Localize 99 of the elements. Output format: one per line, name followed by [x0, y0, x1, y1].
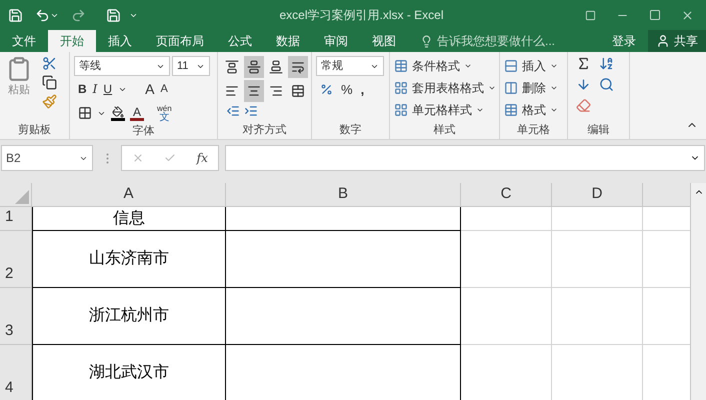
table-cell[interactable] — [226, 207, 461, 231]
insert-function-button[interactable]: fx — [196, 149, 208, 167]
group-label: 样式 — [432, 123, 456, 138]
wrap-text-button[interactable] — [288, 56, 308, 78]
table-icon — [394, 103, 408, 117]
table-cell[interactable]: 信息 — [32, 207, 226, 231]
cells-menu-button[interactable]: 删除 — [504, 78, 558, 98]
table-icon — [504, 103, 518, 117]
grip-icon[interactable] — [106, 152, 108, 164]
group-label: 单元格 — [516, 123, 551, 138]
sort-icon[interactable] — [599, 56, 614, 71]
table-icon — [504, 81, 518, 95]
italic-button[interactable]: I — [92, 80, 98, 98]
group-label: 字体 — [132, 124, 156, 139]
cells-menu-button[interactable]: 插入 — [504, 56, 558, 76]
save-icon[interactable] — [8, 8, 23, 22]
row-header[interactable]: 2 — [0, 231, 32, 288]
caret-icon — [550, 62, 558, 70]
font-size-field[interactable]: 11 — [172, 56, 210, 76]
align-top-icon — [225, 60, 239, 74]
copy-icon[interactable] — [42, 75, 57, 90]
name-box[interactable]: B2 — [1, 145, 93, 171]
eraser-icon[interactable] — [576, 98, 591, 113]
column-header[interactable]: D — [552, 183, 643, 207]
window-title: excel学习案例引用.xlsx - Excel — [279, 7, 444, 24]
align-left-icon — [225, 84, 239, 98]
group-label: 数字 — [338, 123, 362, 138]
table-cell[interactable]: 湖北武汉市 — [32, 345, 226, 400]
column-header[interactable]: C — [461, 183, 552, 207]
style-menu-button[interactable]: 单元格样式 — [394, 100, 496, 120]
align-center-button[interactable] — [244, 80, 264, 102]
align-middle-icon — [247, 60, 261, 74]
row-header[interactable]: 4 — [0, 345, 32, 400]
phonetic-button[interactable]: wén 文 — [157, 104, 172, 122]
scrollbar[interactable] — [690, 183, 706, 400]
table-icon — [394, 81, 408, 95]
tell-me-field[interactable]: 告诉我您想要做什么... — [420, 30, 577, 52]
grow-font-button[interactable]: A — [145, 82, 154, 96]
undo-icon[interactable] — [35, 8, 50, 22]
align-right-icon — [269, 84, 283, 98]
caret-icon — [550, 106, 558, 114]
ribbon-tab[interactable]: 审阅 — [312, 30, 360, 52]
search-icon[interactable] — [599, 77, 614, 92]
ribbon-tab[interactable]: 视图 — [360, 30, 408, 52]
share-button[interactable]: 共享 — [648, 30, 706, 52]
lightbulb-icon — [420, 34, 433, 48]
ribbon-tab[interactable]: 公式 — [216, 30, 264, 52]
caret-icon — [488, 84, 496, 92]
fill-icon[interactable] — [576, 77, 591, 92]
indent-decrease-icon[interactable] — [226, 104, 240, 118]
group-label: 对齐方式 — [242, 123, 288, 138]
cut-icon[interactable] — [42, 56, 57, 71]
caret-icon — [550, 84, 558, 92]
close-icon[interactable] — [681, 8, 694, 22]
table-cell[interactable]: 浙江杭州市 — [32, 288, 226, 345]
ribbon-tab[interactable]: 插入 — [96, 30, 144, 52]
indent-increase-icon[interactable] — [244, 104, 258, 118]
number-format-field[interactable]: 常规 — [316, 56, 384, 76]
sign-in-link[interactable]: 登录 — [600, 30, 648, 52]
ribbon-tab[interactable]: 开始 — [48, 30, 96, 52]
formula-field[interactable] — [225, 145, 705, 171]
ribbon-display-icon[interactable] — [585, 10, 596, 20]
align-center-icon — [247, 84, 261, 98]
font-color-button[interactable]: A — [130, 106, 144, 120]
group-label: 剪贴板 — [17, 123, 52, 138]
fill-color-icon[interactable] — [111, 106, 125, 120]
wrap-text-icon — [291, 60, 305, 74]
user-icon — [656, 34, 670, 48]
group-label: 编辑 — [586, 123, 610, 138]
ribbon-tab[interactable]: 文件 — [0, 30, 48, 52]
bold-button[interactable]: B — [78, 80, 87, 98]
style-menu-button[interactable]: 套用表格格式 — [394, 78, 496, 98]
table-cell[interactable] — [226, 288, 461, 345]
ribbon-tab[interactable]: 页面布局 — [144, 30, 216, 52]
cells-menu-button[interactable]: 格式 — [504, 100, 558, 120]
align-bottom-icon — [269, 60, 283, 74]
percent-button[interactable]: % — [341, 80, 353, 100]
caret-icon — [476, 106, 484, 114]
align-middle-button[interactable] — [244, 56, 264, 78]
font-name-field[interactable]: 等线 — [74, 56, 170, 76]
table-icon — [394, 59, 408, 73]
borders-icon[interactable] — [78, 106, 92, 120]
merge-icon — [291, 84, 305, 98]
shrink-font-button[interactable]: A — [160, 84, 168, 94]
column-header[interactable]: B — [226, 183, 461, 207]
maximize-icon[interactable] — [649, 9, 661, 21]
caret-icon — [464, 62, 472, 70]
save-as-icon[interactable] — [106, 8, 121, 22]
row-header[interactable]: 3 — [0, 288, 32, 345]
style-menu-button[interactable]: 条件格式 — [394, 56, 496, 76]
comma-button[interactable]: , — [360, 80, 364, 100]
table-cell[interactable] — [226, 231, 461, 288]
table-icon — [504, 59, 518, 73]
column-header[interactable]: A — [32, 183, 226, 207]
underline-button[interactable]: U — [103, 80, 112, 98]
ribbon-tab[interactable]: 数据 — [264, 30, 312, 52]
sum-icon[interactable] — [576, 56, 591, 71]
table-cell[interactable]: 山东济南市 — [32, 231, 226, 288]
row-header[interactable]: 1 — [0, 207, 32, 231]
